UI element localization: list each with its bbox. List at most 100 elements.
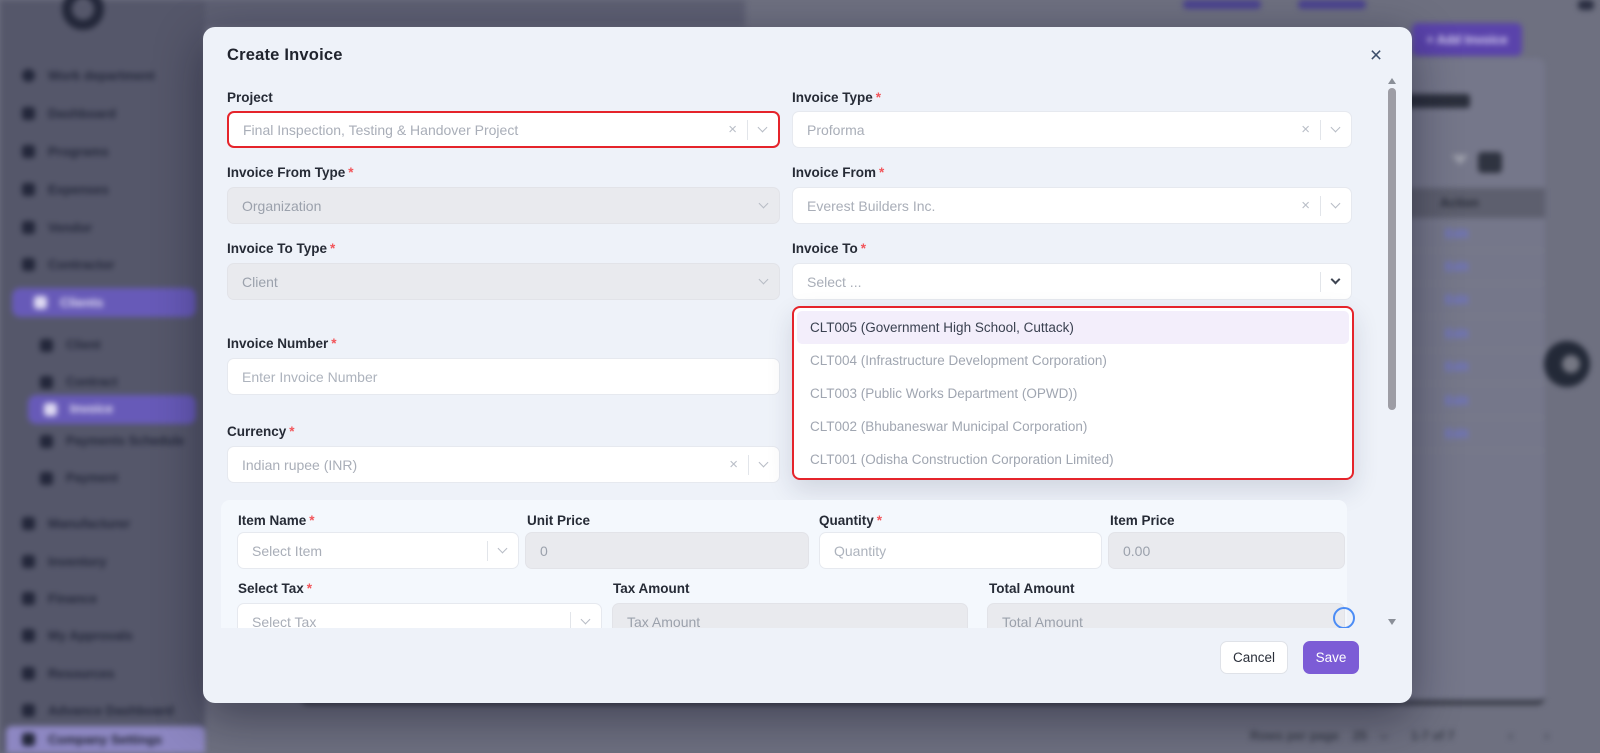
sidebar-item-clients-active[interactable]: Clients [12, 288, 196, 317]
vendor-icon [22, 220, 35, 234]
sidebar-item-inventory[interactable]: Inventory [0, 548, 205, 574]
table-row: Edit [1400, 418, 1545, 451]
chevron-down-icon[interactable] [497, 543, 508, 554]
clear-icon[interactable]: × [728, 121, 737, 138]
inventory-icon [22, 554, 35, 568]
table-row: Edit [1400, 284, 1545, 317]
edit-link[interactable]: Edit [1445, 227, 1469, 241]
dashboard-icon [22, 106, 35, 120]
add-item-icon[interactable] [1333, 607, 1355, 628]
app-screen: Work department Dashboard Programs Expen… [0, 0, 1600, 753]
edit-link[interactable]: Edit [1445, 427, 1469, 441]
client-icon [40, 338, 53, 352]
sidebar-item-payments-schedule[interactable]: Payments Schedule [0, 428, 205, 454]
item-name-select[interactable]: Select Item [237, 532, 519, 569]
save-button[interactable]: Save [1303, 641, 1359, 674]
table-row: Edit [1400, 351, 1545, 384]
clear-icon[interactable]: × [1301, 121, 1310, 138]
tax-amount-field: Tax Amount [612, 603, 968, 628]
chevron-down-icon[interactable] [1330, 198, 1341, 209]
project-select[interactable]: Final Inspection, Testing & Handover Pro… [227, 111, 780, 148]
clear-icon[interactable]: × [1301, 197, 1310, 214]
programs-icon [22, 144, 35, 158]
close-icon[interactable]: × [1363, 43, 1389, 69]
invoice-number-input[interactable] [227, 358, 780, 395]
sidebar-item-contract[interactable]: Contract [0, 369, 205, 395]
invoice-to-type-select: Client [227, 263, 780, 300]
sidebar-item-resources[interactable]: Resources [0, 660, 205, 686]
invoice-number-label: Invoice Number * [227, 336, 337, 351]
modal-scroll-area: Create Invoice Project Final Inspection,… [203, 27, 1412, 628]
edit-link[interactable]: Edit [1445, 327, 1469, 341]
invoice-to-label: Invoice To * [792, 241, 867, 256]
sidebar: Work department Dashboard Programs Expen… [0, 0, 205, 753]
chevron-down-icon[interactable] [758, 457, 769, 468]
edit-link[interactable]: Edit [1445, 293, 1469, 307]
select-tax-label: Select Tax * [238, 581, 313, 596]
scroll-down-icon[interactable] [1388, 619, 1396, 625]
filter-icon[interactable] [1452, 155, 1468, 165]
rows-per-page-value[interactable]: 25 [1353, 729, 1367, 743]
currency-label: Currency * [227, 424, 295, 439]
sidebar-item-dashboard[interactable]: Dashboard [0, 100, 205, 126]
chevron-down-icon[interactable] [1330, 274, 1341, 285]
currency-select[interactable]: Indian rupee (INR) × [227, 446, 780, 483]
select-tax-select[interactable]: Select Tax [237, 603, 602, 628]
quantity-label: Quantity * [819, 513, 883, 528]
chevron-down-icon[interactable] [1330, 122, 1341, 133]
sidebar-item-company-settings[interactable]: Company Settings [6, 726, 205, 753]
top-bar [205, 0, 745, 27]
columns-icon[interactable] [1478, 152, 1502, 173]
sidebar-item-payment[interactable]: Payment [0, 465, 205, 491]
sidebar-item-expenses[interactable]: Expenses [0, 176, 205, 202]
sidebar-item-work-department[interactable]: Work department [0, 62, 205, 88]
header-button[interactable] [1183, 0, 1261, 9]
project-label: Project [227, 90, 273, 105]
clear-icon[interactable]: × [729, 456, 738, 473]
edit-link[interactable]: Edit [1445, 394, 1469, 408]
dropdown-option-clt001[interactable]: CLT001 (Odisha Construction Corporation … [797, 443, 1349, 476]
edit-link[interactable]: Edit [1445, 260, 1469, 274]
quantity-input[interactable] [819, 532, 1102, 569]
invoice-to-select[interactable]: Select ... [792, 263, 1352, 300]
dropdown-option-clt005[interactable]: CLT005 (Government High School, Cuttack) [797, 311, 1349, 344]
item-price-label: Item Price [1110, 513, 1175, 528]
chevron-down-icon[interactable] [757, 122, 768, 133]
avatar[interactable] [1578, 0, 1594, 10]
header-button[interactable] [1298, 0, 1366, 9]
floating-widget-icon [1562, 355, 1580, 373]
sidebar-item-client[interactable]: Client [0, 332, 205, 358]
pagination-prev-icon[interactable]: ‹ [1509, 729, 1513, 743]
sidebar-item-vendor[interactable]: Vendor [0, 214, 205, 240]
sidebar-item-advance-dashboard[interactable]: Advance Dashboard [0, 697, 205, 723]
rows-per-page-caret-icon[interactable] [1379, 730, 1389, 739]
item-price-field: 0.00 [1108, 532, 1345, 569]
pagination-next-icon[interactable]: › [1545, 729, 1549, 743]
sidebar-item-programs[interactable]: Programs [0, 138, 205, 164]
sidebar-item-contractor[interactable]: Contractor [0, 251, 205, 277]
sidebar-item-my-approvals[interactable]: My Approvals [0, 622, 205, 648]
scroll-up-icon[interactable] [1388, 78, 1396, 84]
resources-icon [22, 666, 35, 680]
invoice-from-select[interactable]: Everest Builders Inc. × [792, 187, 1352, 224]
modal-scrollbar[interactable] [1387, 78, 1397, 625]
unit-price-label: Unit Price [527, 513, 591, 528]
add-invoice-button[interactable]: + Add Invoice [1412, 23, 1522, 56]
invoice-type-select[interactable]: Proforma × [792, 111, 1352, 148]
scrollbar-thumb[interactable] [1388, 88, 1396, 410]
invoice-from-type-label: Invoice From Type * [227, 165, 354, 180]
sidebar-item-invoice-active[interactable]: Invoice [28, 395, 196, 424]
cancel-button[interactable]: Cancel [1220, 641, 1288, 674]
sidebar-item-manufacturer[interactable]: Manufacturer [0, 510, 205, 536]
dropdown-option-clt004[interactable]: CLT004 (Infrastructure Development Corpo… [797, 344, 1349, 377]
sidebar-item-finance[interactable]: Finance [0, 585, 205, 611]
pagination-bar: Rows per page 25 1-7 of 7 ‹ › [1250, 724, 1600, 748]
edit-link[interactable]: Edit [1445, 360, 1469, 374]
dropdown-option-clt003[interactable]: CLT003 (Public Works Department (OPWD)) [797, 377, 1349, 410]
payment-icon [40, 471, 53, 485]
chevron-down-icon [758, 274, 769, 285]
department-icon [22, 68, 35, 82]
chevron-down-icon[interactable] [580, 614, 591, 625]
dropdown-option-clt002[interactable]: CLT002 (Bhubaneswar Municipal Corporatio… [797, 410, 1349, 443]
rows-per-page-label: Rows per page [1250, 729, 1339, 743]
